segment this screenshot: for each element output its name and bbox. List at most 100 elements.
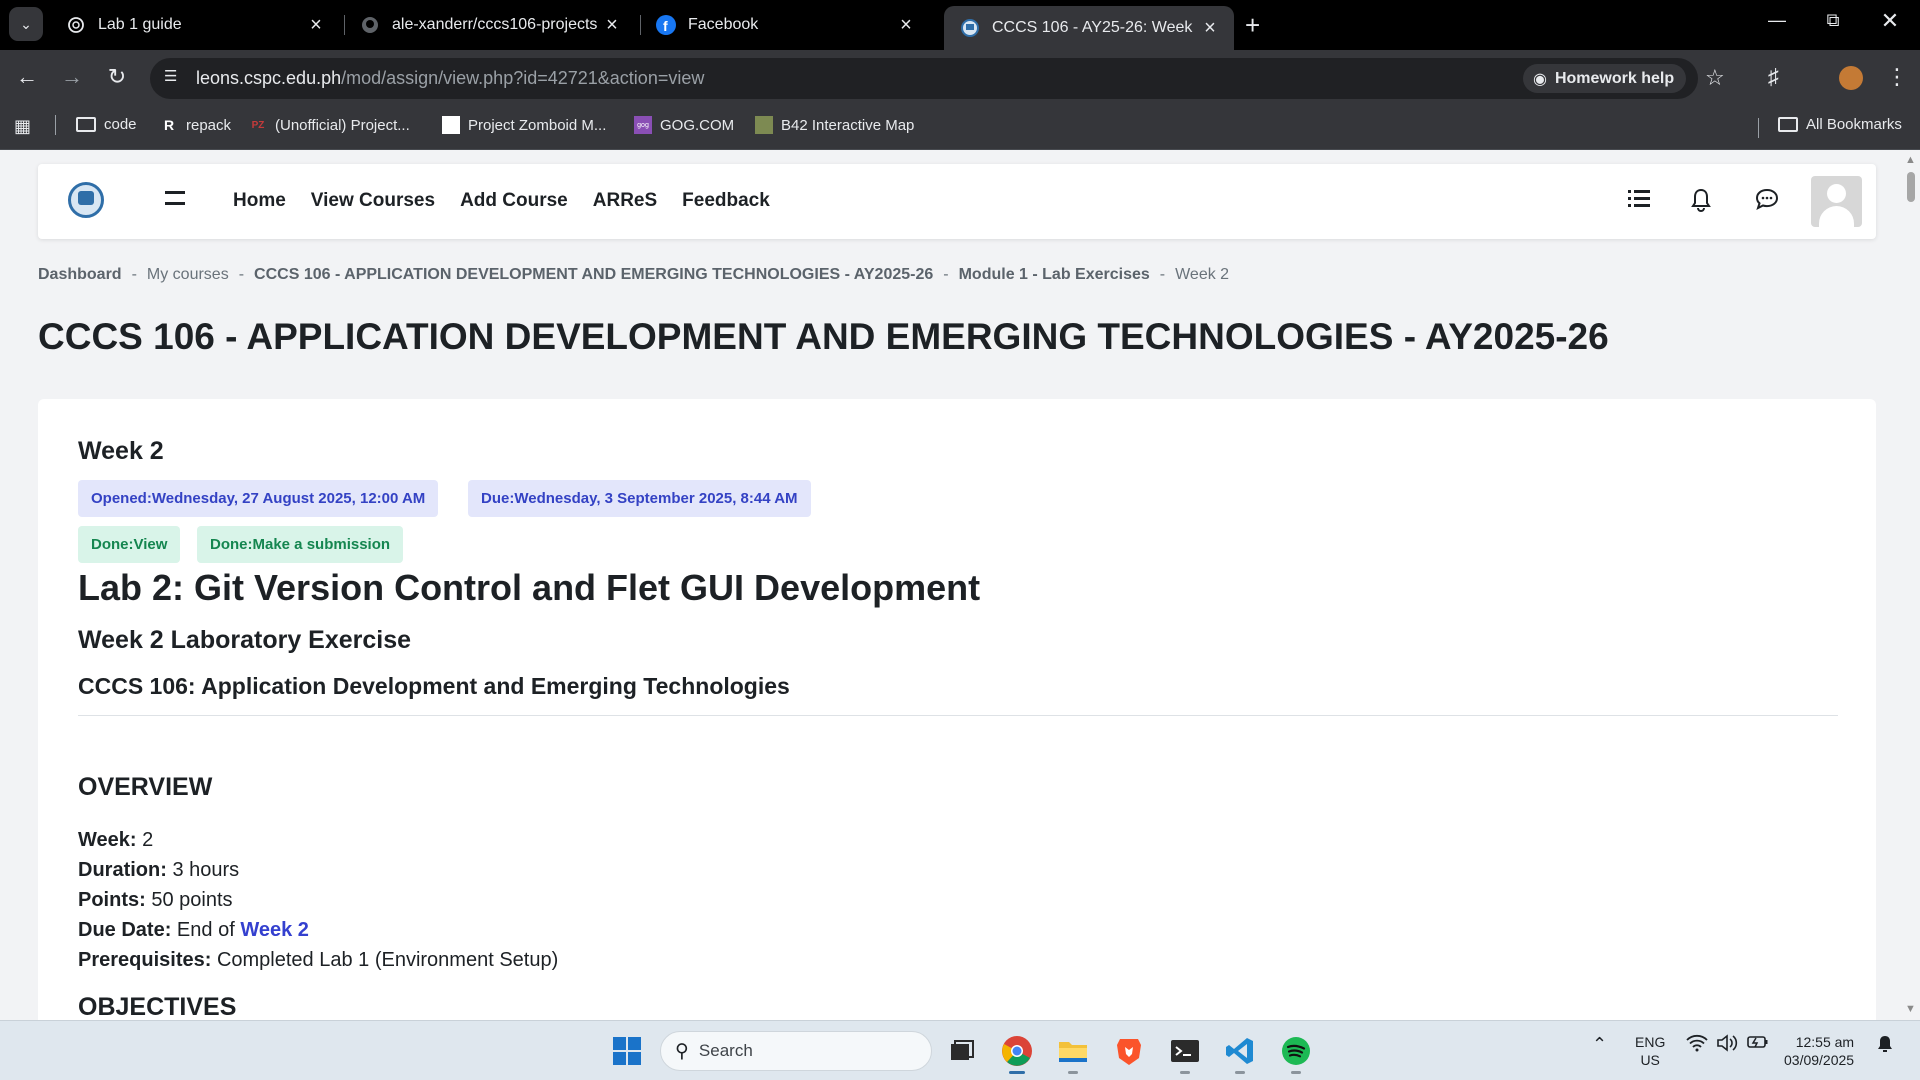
activity-name: Week 2 — [78, 437, 164, 465]
map-icon — [755, 116, 773, 134]
bookmark-project-zomboid[interactable]: Project Zomboid M... — [442, 116, 606, 134]
cspc-logo[interactable] — [68, 182, 104, 218]
bookmark-gog[interactable]: gog GOG.COM — [634, 116, 734, 134]
nav-arres[interactable]: ARReS — [593, 190, 657, 212]
breadcrumb-my-courses[interactable]: My courses — [147, 266, 229, 283]
breadcrumb-dashboard[interactable]: Dashboard — [38, 266, 122, 283]
hamburger-menu-icon[interactable] — [165, 191, 185, 205]
battery-icon[interactable] — [1747, 1034, 1769, 1054]
lab-title: Lab 2: Git Version Control and Flet GUI … — [78, 567, 981, 608]
close-tab-icon[interactable]: × — [598, 14, 626, 37]
volume-icon[interactable] — [1716, 1034, 1738, 1056]
forward-icon[interactable]: → — [57, 64, 87, 90]
close-tab-icon[interactable]: × — [302, 14, 330, 37]
openai-icon — [66, 15, 86, 35]
terminal-icon[interactable] — [1167, 1033, 1203, 1074]
nav-feedback[interactable]: Feedback — [682, 190, 770, 212]
restore-icon[interactable]: ⧉ — [1813, 10, 1853, 31]
wifi-icon[interactable] — [1686, 1034, 1708, 1056]
profile-avatar[interactable] — [1839, 66, 1863, 90]
back-icon[interactable]: ← — [12, 64, 42, 90]
overview-details: Week: 2 Duration: 3 hours Points: 50 poi… — [78, 825, 558, 975]
tab-cccs106-week2[interactable]: CCCS 106 - AY25-26: Week 2 × — [944, 6, 1234, 50]
due-row: Due Date: End of Week 2 — [78, 919, 309, 941]
new-tab-icon[interactable]: + — [1245, 10, 1260, 41]
scroll-down-icon[interactable]: ▼ — [1905, 1003, 1916, 1015]
task-view-icon[interactable] — [943, 1033, 979, 1069]
notification-center-icon[interactable] — [1875, 1034, 1895, 1058]
folder-icon — [1778, 117, 1798, 132]
close-tab-icon[interactable]: × — [892, 14, 920, 37]
points-row: Points: 50 points — [78, 889, 233, 911]
bookmark-star-icon[interactable]: ☆ — [1705, 65, 1725, 91]
windows-logo-icon — [613, 1037, 641, 1065]
tab-title: Lab 1 guide — [98, 16, 182, 33]
extensions-icon[interactable]: ♯ — [1768, 64, 1779, 90]
week-link[interactable]: Week 2 — [240, 919, 309, 941]
nav-add-course[interactable]: Add Course — [460, 190, 568, 212]
input-language-indicator[interactable]: ENG US — [1635, 1033, 1665, 1069]
all-bookmarks[interactable]: All Bookmarks — [1778, 116, 1902, 133]
taskbar-search[interactable]: ⚲ Search — [660, 1031, 932, 1071]
tab-facebook[interactable]: f Facebook × — [640, 0, 930, 50]
site-info-icon[interactable]: ☰ — [164, 67, 186, 89]
overview-heading: OVERVIEW — [78, 773, 213, 801]
prereq-row: Prerequisites: Completed Lab 1 (Environm… — [78, 949, 559, 971]
duration-row: Duration: 3 hours — [78, 859, 240, 881]
page-scrollbar[interactable]: ▲ ▼ — [1901, 150, 1920, 1020]
search-icon: ⚲ — [675, 1040, 689, 1062]
tab-title: Facebook — [688, 16, 759, 33]
facebook-icon: f — [656, 15, 676, 35]
user-avatar[interactable] — [1811, 176, 1862, 227]
tray-overflow-chevron-icon[interactable]: ⌃ — [1592, 1034, 1607, 1055]
divider — [78, 715, 1838, 716]
scroll-up-icon[interactable]: ▲ — [1905, 154, 1916, 166]
breadcrumb-course[interactable]: CCCS 106 - APPLICATION DEVELOPMENT AND E… — [254, 266, 933, 283]
close-window-icon[interactable]: ✕ — [1870, 8, 1910, 34]
assignment-card: Week 2 Opened: Wednesday, 27 August 2025,… — [38, 399, 1876, 1020]
opened-date-badge: Opened: Wednesday, 27 August 2025, 12:00 … — [78, 480, 439, 517]
breadcrumb-module[interactable]: Module 1 - Lab Exercises — [959, 266, 1150, 283]
chevron-down-icon: ⌄ — [20, 15, 32, 32]
bookmark-repack[interactable]: R repack — [160, 116, 231, 134]
address-bar[interactable]: ☰ leons.cspc.edu.ph/mod/assign/view.php?… — [150, 58, 1725, 99]
nav-home[interactable]: Home — [233, 190, 286, 212]
breadcrumb: Dashboard - My courses - CCCS 106 - APPLICAT… — [38, 266, 1230, 283]
reload-icon[interactable]: ↻ — [102, 64, 132, 90]
system-clock[interactable]: 12:55 am 03/09/2025 — [1784, 1033, 1854, 1069]
homework-help-button[interactable]: ◉ Homework help — [1523, 64, 1687, 93]
done-view-badge: Done:View — [78, 526, 181, 563]
moodle-icon — [960, 18, 980, 38]
vscode-icon[interactable] — [1222, 1033, 1258, 1074]
notification-bell-icon[interactable] — [1690, 188, 1712, 218]
start-button[interactable] — [609, 1033, 645, 1069]
chrome-icon[interactable] — [999, 1033, 1035, 1074]
course-line: CCCS 106: Application Development and Em… — [78, 673, 790, 699]
folder-icon — [76, 117, 96, 132]
page-title: CCCS 106 - APPLICATION DEVELOPMENT AND E… — [38, 316, 1609, 357]
url-text: leons.cspc.edu.ph/mod/assign/view.php?id… — [196, 68, 705, 88]
close-tab-icon[interactable]: × — [1196, 17, 1224, 40]
week-row: Week: 2 — [78, 829, 154, 851]
bookmark-b42-map[interactable]: B42 Interactive Map — [755, 116, 914, 134]
apps-grid-icon[interactable]: ▦ — [14, 116, 31, 137]
tab-lab1-guide[interactable]: Lab 1 guide × — [50, 0, 340, 50]
file-explorer-icon[interactable] — [1055, 1033, 1091, 1074]
primary-nav: Home View Courses Add Course ARReS Feedb… — [233, 190, 770, 212]
bookmark-code[interactable]: code — [76, 116, 137, 133]
web-page: Home View Courses Add Course ARReS Feedb… — [0, 150, 1920, 1020]
r-logo-icon: R — [163, 117, 175, 133]
spotify-icon[interactable] — [1278, 1033, 1314, 1074]
messages-icon[interactable] — [1755, 188, 1779, 216]
bookmark-unofficial-project[interactable]: PZ (Unofficial) Project... — [249, 116, 410, 134]
windows-taskbar: ⚲ Search ⌃ ENG US 12:55 am 03/09/2025 — [0, 1020, 1920, 1080]
menu-kebab-icon[interactable]: ⋮ — [1886, 64, 1908, 90]
minimize-icon[interactable]: — — [1757, 10, 1797, 31]
list-icon[interactable] — [1628, 188, 1650, 214]
brave-icon[interactable] — [1111, 1033, 1147, 1069]
tab-github[interactable]: ale-xanderr/cccs106-projects × — [344, 0, 636, 50]
nav-view-courses[interactable]: View Courses — [311, 190, 435, 212]
scroll-thumb[interactable] — [1907, 172, 1915, 202]
gog-icon: gog — [634, 116, 652, 134]
tab-search-button[interactable]: ⌄ — [9, 7, 43, 41]
